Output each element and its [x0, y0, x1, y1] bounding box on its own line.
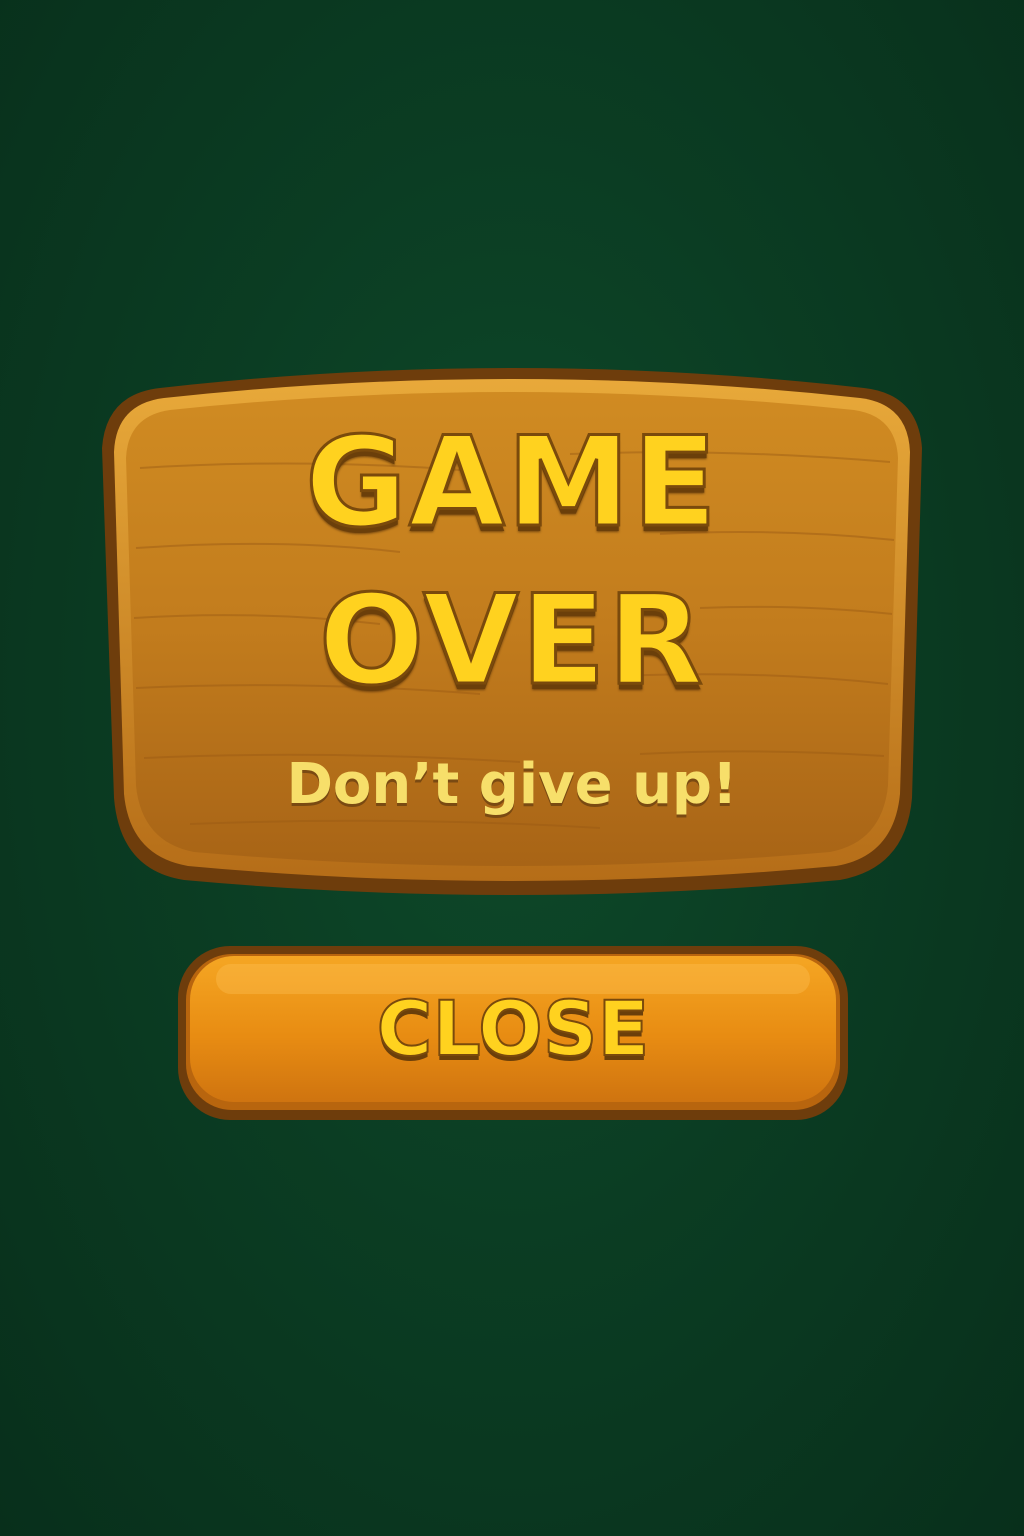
game-over-screen: GAME OVER Don’t give up! CLOSE — [0, 0, 1024, 1536]
close-button-label: CLOSE — [376, 983, 651, 1074]
game-over-sign: GAME OVER Don’t give up! — [100, 358, 924, 898]
game-over-title-line-1: GAME — [304, 411, 719, 555]
close-button[interactable]: CLOSE — [176, 944, 850, 1122]
encouragement-subtitle: Don’t give up! — [286, 752, 738, 817]
game-over-title-line-2: OVER — [317, 569, 706, 713]
